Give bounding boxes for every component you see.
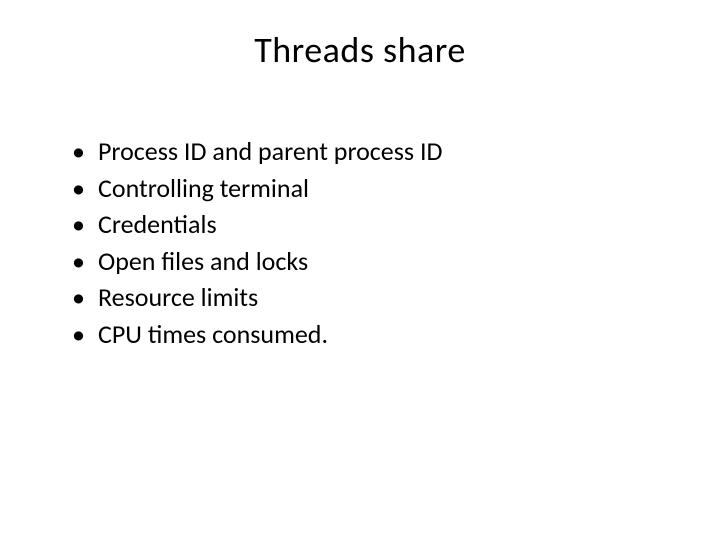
list-item: Open files and locks [68, 244, 660, 279]
list-item: Resource limits [68, 280, 660, 315]
list-item: Controlling terminal [68, 171, 660, 206]
list-item: Credentials [68, 207, 660, 242]
bullet-list: Process ID and parent process ID Control… [60, 134, 660, 351]
list-item: Process ID and parent process ID [68, 134, 660, 169]
list-item: CPU times consumed. [68, 317, 660, 352]
slide: Threads share Process ID and parent proc… [0, 0, 720, 540]
slide-title: Threads share [60, 28, 660, 72]
